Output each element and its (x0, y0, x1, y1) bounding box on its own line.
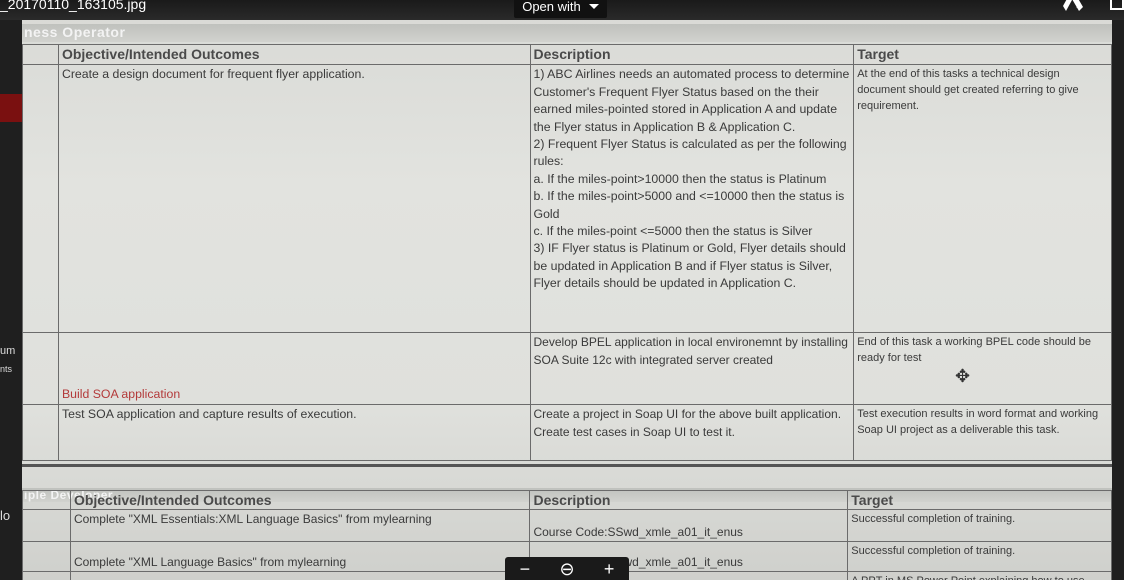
objective-cell: Complete "XML Essentials:XML Language Ba… (69, 509, 531, 542)
objective-cell: Build SOA application (57, 332, 531, 406)
section1-band: ness Operator (22, 24, 1112, 42)
drive-glyph-icon: + (1063, 0, 1083, 14)
header-target: Target (847, 490, 1112, 510)
target-cell: End of this task a working BPEL code sho… (853, 332, 1112, 406)
description-line: b. If the miles-point>5000 and <=10000 t… (533, 189, 845, 221)
table-header-row: Objective/Intended Outcomes Description … (22, 43, 1112, 66)
target-cell: A PPT in MS Power Point explaining how t… (847, 571, 1112, 580)
header-objective: Objective/Intended Outcomes (57, 43, 531, 66)
open-with-button[interactable]: Open with (514, 0, 607, 18)
add-to-drive-icon[interactable]: + (1062, 0, 1086, 16)
zoom-out-button[interactable]: − (520, 560, 531, 578)
right-panel-strip (1112, 20, 1124, 580)
description-line: a. If the miles-point>10000 then the sta… (533, 171, 827, 186)
viewer-toolbar: _20170110_163105.jpg Open with + (0, 0, 1124, 20)
section-divider (22, 464, 1112, 467)
description-line: 3) IF Flyer status is Platinum or Gold, … (533, 241, 846, 291)
header-description: Description (529, 43, 855, 66)
objective-cell (69, 571, 531, 580)
table-row: Complete "XML Essentials:XML Language Ba… (22, 509, 1112, 542)
objectives-table-1: Objective/Intended Outcomes Description … (22, 43, 1112, 462)
document-photo: ness Operator Objective/Intended Outcome… (22, 14, 1112, 580)
more-options-icon[interactable] (1110, 0, 1124, 10)
target-cell: Test execution results in word format an… (853, 404, 1112, 462)
objective-text: Build SOA application (61, 387, 181, 401)
zoom-in-button[interactable]: + (604, 560, 615, 578)
table-row: Test SOA application and capture results… (22, 404, 1112, 462)
description-line: 1) ABC Airlines needs an automated proce… (533, 67, 850, 134)
objective-cell: Test SOA application and capture results… (57, 404, 531, 462)
description-cell: Create a project in Soap UI for the abov… (529, 404, 855, 462)
chevron-down-icon (588, 3, 599, 9)
side-red-marker (0, 94, 22, 122)
header-description: Description (529, 490, 849, 510)
objective-cell: Create a design document for frequent fl… (57, 64, 531, 334)
table-row: Create a design document for frequent fl… (22, 64, 1112, 334)
target-cell: Successful completion of training. (847, 509, 1112, 542)
description-line: 2) Frequent Flyer Status is calculated a… (533, 137, 847, 169)
table-row: Build SOA application Develop BPEL appli… (22, 332, 1112, 406)
description-line: c. If the miles-point <=5000 then the st… (533, 224, 813, 239)
open-with-label: Open with (522, 0, 581, 14)
description-cell: Course Code:SSwd_xmle_a01_it_enus (529, 509, 849, 542)
target-cell: At the end of this tasks a technical des… (853, 64, 1112, 334)
header-objective: Objective/Intended Outcomes (69, 490, 531, 510)
objective-cell: Complete "XML Language Basics" from myle… (69, 541, 531, 572)
file-name: _20170110_163105.jpg (0, 0, 147, 12)
side-label-1: um (0, 345, 16, 357)
zoom-controls: − ⊖ + (505, 557, 629, 580)
zoom-reset-icon[interactable]: ⊖ (559, 560, 574, 578)
svg-text:+: + (1076, 3, 1082, 12)
description-cell: Develop BPEL application in local enviro… (529, 332, 855, 406)
header-target: Target (853, 43, 1112, 66)
description-cell: 1) ABC Airlines needs an automated proce… (529, 64, 855, 334)
target-cell: Successful completion of training. (847, 541, 1112, 572)
move-cursor-icon: ✥ (955, 366, 971, 386)
table-header-row: Objective/Intended Outcomes Description … (22, 490, 1112, 510)
side-label-2: nts (0, 364, 13, 374)
side-label-3: lo (0, 508, 11, 523)
